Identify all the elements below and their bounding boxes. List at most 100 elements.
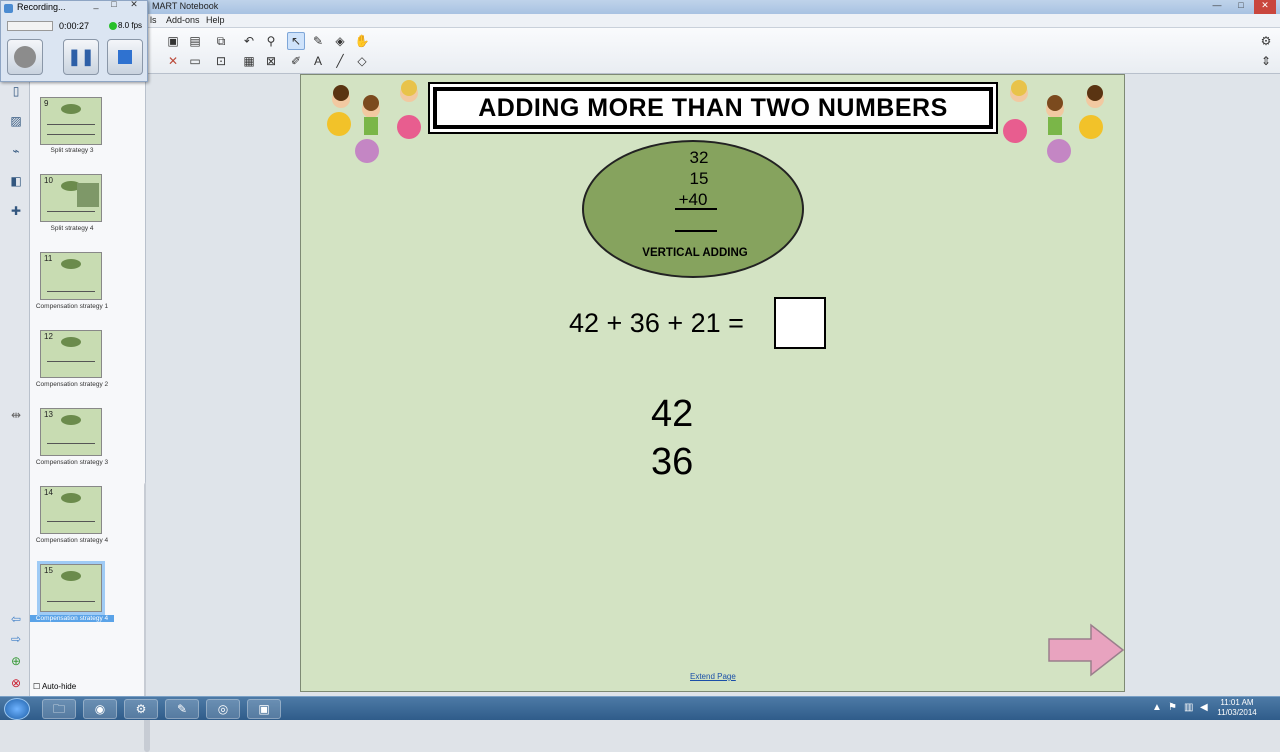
column-number[interactable]: 36 — [651, 441, 693, 484]
document-camera-icon[interactable]: ⊡ — [212, 52, 230, 70]
thumbnail-label[interactable]: Compensation strategy 4 — [30, 537, 114, 544]
toolbar: ▣ ▤ ⧉ ↶ ⚲ ↖ ✎ ◈ ✋ ✕ ▭ ⊡ ▦ ⊠ ✐ A ╱ ◇ — [146, 28, 1280, 74]
paste-icon[interactable]: ▣ — [164, 32, 182, 50]
gear-icon[interactable]: ⚙ — [1257, 32, 1275, 50]
select-pointer-icon[interactable]: ↖ — [287, 32, 305, 50]
slide-title[interactable]: ADDING MORE THAN TWO NUMBERS — [433, 87, 993, 129]
notebook-icon[interactable]: ✎ — [165, 699, 199, 719]
volume-icon[interactable]: ◀ — [1200, 702, 1208, 713]
thumbnail-label[interactable]: Compensation strategy 4 — [30, 615, 114, 622]
pens-icon[interactable]: ✐ — [287, 52, 305, 70]
move-toolbar-icon[interactable]: ⇕ — [1257, 52, 1275, 70]
clock[interactable]: 11:01 AM 11/03/2014 — [1214, 698, 1260, 718]
thumbnail-label[interactable]: Split strategy 3 — [30, 147, 114, 154]
page-thumbnail[interactable]: 11 — [40, 252, 102, 300]
start-button[interactable] — [4, 698, 30, 720]
thumbnail-label[interactable]: Compensation strategy 2 — [30, 381, 114, 388]
recorder-panel: Recording... _ □ ✕ 0:00:27 8.0 fps ❚❚ — [0, 0, 148, 82]
menu-tools[interactable]: ls — [150, 15, 157, 25]
tray-arrow-icon[interactable]: ▲ — [1152, 702, 1162, 713]
media-player-icon[interactable]: ◉ — [83, 699, 117, 719]
addons-icon[interactable]: ✚ — [8, 204, 24, 220]
page-thumbnail[interactable]: 9 — [40, 97, 102, 145]
extend-page-link[interactable]: Extend Page — [690, 672, 736, 681]
equation-text[interactable]: 42 + 36 + 21 = — [569, 308, 744, 339]
thumbnail-number: 13 — [44, 410, 53, 419]
record-button[interactable] — [7, 39, 43, 75]
recorder-task-icon[interactable]: ▣ — [247, 699, 281, 719]
page-thumbnail[interactable]: 10 — [40, 174, 102, 222]
delete-page-icon[interactable]: ⊗ — [8, 676, 24, 692]
pen-icon[interactable]: ✎ — [309, 32, 327, 50]
text-icon[interactable]: A — [309, 52, 327, 70]
thumbnail-label[interactable]: Compensation strategy 1 — [30, 303, 114, 310]
page-thumbnail-selected[interactable]: 15 — [37, 561, 105, 615]
recorder-title: Recording... — [17, 2, 66, 12]
gallery-icon[interactable]: ▨ — [8, 114, 24, 130]
answer-box[interactable] — [774, 297, 826, 349]
screen-shade-icon[interactable]: ▤ — [186, 32, 204, 50]
minimize-button[interactable]: — — [1206, 0, 1228, 14]
thumbnail-number: 15 — [44, 566, 53, 575]
recorder-restore-button[interactable]: □ — [105, 0, 123, 13]
fill-icon[interactable]: ✋ — [353, 32, 371, 50]
thumbnail-label[interactable]: Compensation strategy 3 — [30, 459, 114, 466]
eraser-icon[interactable]: ◈ — [331, 32, 349, 50]
chrome-icon[interactable]: ◎ — [206, 699, 240, 719]
recorder-fps: 8.0 fps — [118, 21, 143, 30]
children-clipart-right — [1003, 80, 1104, 163]
resize-panel-icon[interactable]: ⇹ — [8, 408, 24, 424]
network-icon[interactable]: ▥ — [1184, 702, 1193, 713]
thumbnail-oval — [61, 259, 81, 269]
children-clipart-left — [327, 80, 421, 163]
thumbnail-line — [47, 291, 95, 292]
previous-page-icon[interactable]: ⇦ — [8, 612, 24, 628]
page-thumbnail[interactable]: 12 — [40, 330, 102, 378]
undo-icon[interactable]: ↶ — [240, 32, 258, 50]
attachments-icon[interactable]: ⌁ — [8, 144, 24, 160]
table-icon[interactable]: ▦ — [240, 52, 258, 70]
add-page-icon[interactable]: ⊕ — [8, 654, 24, 670]
next-arrow-icon[interactable] — [1047, 623, 1125, 677]
column-number[interactable]: 42 — [651, 393, 693, 436]
page-sorter-icon[interactable]: ▯ — [8, 84, 24, 100]
thumbnail-oval — [61, 493, 81, 503]
menu-help[interactable]: Help — [206, 15, 225, 25]
page-thumbnail[interactable]: 14 — [40, 486, 102, 534]
pause-button[interactable]: ❚❚ — [63, 39, 99, 75]
thumbnail-line — [47, 211, 95, 212]
thumbnail-line — [47, 601, 95, 602]
explorer-icon[interactable]: 🗀 — [42, 699, 76, 719]
menu-addons[interactable]: Add-ons — [166, 15, 200, 25]
delete-icon[interactable]: ✕ — [164, 52, 182, 70]
properties-icon[interactable]: ◧ — [8, 174, 24, 190]
next-page-icon[interactable]: ⇨ — [8, 632, 24, 648]
thumbnail-number: 14 — [44, 488, 53, 497]
vertical-adding-oval[interactable]: 32 15 +40 VERTICAL ADDING — [582, 140, 804, 278]
record-icon — [14, 46, 36, 68]
clear-ink-icon[interactable]: ⊠ — [262, 52, 280, 70]
line-icon[interactable]: ╱ — [331, 52, 349, 70]
pause-icon: ❚❚ — [67, 49, 95, 66]
thumbnail-oval — [61, 337, 81, 347]
display-icon[interactable]: ▭ — [186, 52, 204, 70]
capture-icon[interactable]: ⧉ — [212, 32, 230, 50]
stop-button[interactable] — [107, 39, 143, 75]
slide-canvas[interactable]: ADDING MORE THAN TWO NUMBERS 32 15 +40 V… — [300, 74, 1125, 692]
flag-icon[interactable]: ⚑ — [1168, 702, 1177, 713]
recorder-close-button[interactable]: ✕ — [123, 0, 145, 13]
app-icon[interactable]: ⚙ — [124, 699, 158, 719]
page-thumbnail[interactable]: 13 — [40, 408, 102, 456]
thumbnail-line — [47, 443, 95, 444]
oval-answer-line — [675, 230, 717, 232]
recorder-minimize-button[interactable]: _ — [87, 0, 105, 13]
thumbnail-line — [47, 521, 95, 522]
eraser-tool-icon[interactable]: ◇ — [353, 52, 371, 70]
thumbnail-label[interactable]: Split strategy 4 — [30, 225, 114, 232]
clock-date: 11/03/2014 — [1217, 708, 1257, 717]
autohide-checkbox[interactable]: ☐ Auto-hide — [33, 682, 76, 691]
close-button[interactable]: ✕ — [1254, 0, 1276, 14]
maximize-button[interactable]: □ — [1230, 0, 1252, 14]
page-sorter: 9 Split strategy 3 10 Split strategy 4 1… — [30, 82, 150, 752]
zoom-icon[interactable]: ⚲ — [262, 32, 280, 50]
